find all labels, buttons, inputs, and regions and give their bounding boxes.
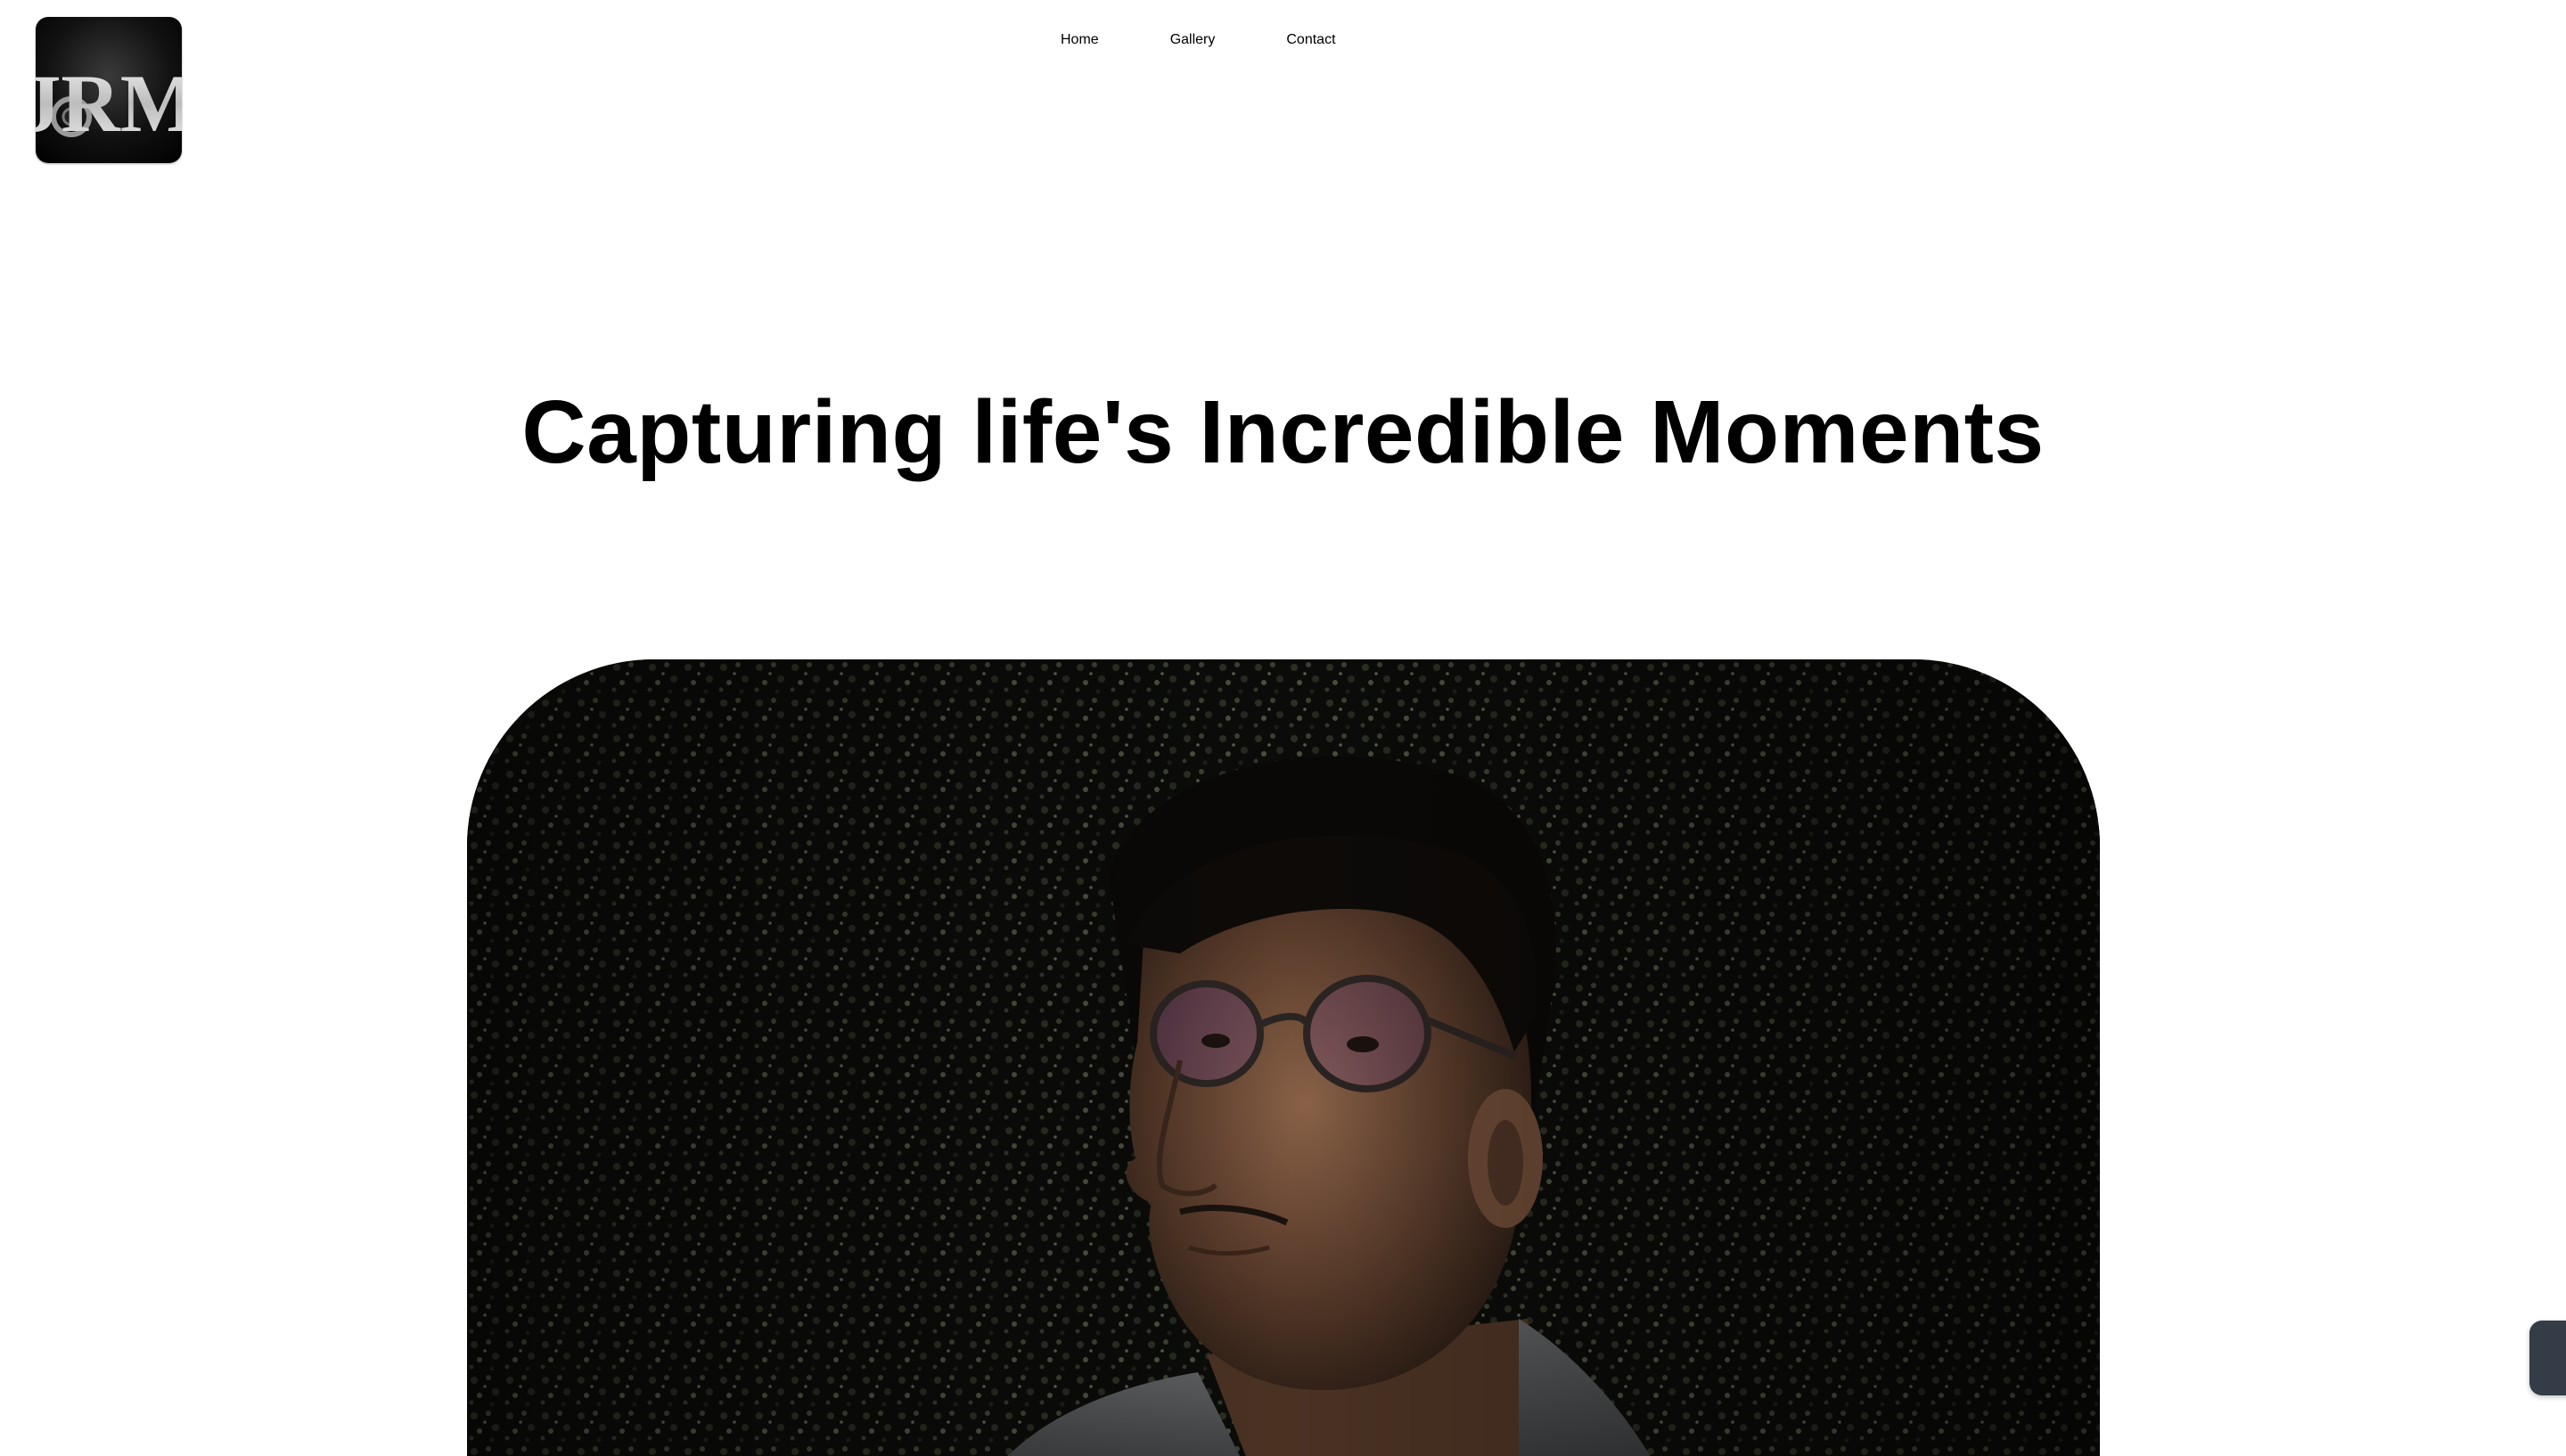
nav-link-home[interactable]: Home — [1061, 32, 1099, 48]
main-nav: Home Gallery Contact — [1061, 32, 1336, 48]
nav-link-contact[interactable]: Contact — [1286, 32, 1335, 48]
portrait-photo — [467, 659, 2100, 1456]
site-logo[interactable]: JRM — [36, 17, 182, 163]
logo-mark-icon: JRM — [36, 58, 182, 149]
page: JRM Home Gallery Contact Capturing life'… — [0, 0, 2566, 1456]
hero-title: Capturing life's Incredible Moments — [521, 382, 2045, 482]
nav-link-gallery[interactable]: Gallery — [1170, 32, 1216, 48]
chat-widget-icon[interactable] — [2529, 1321, 2566, 1395]
logo-text: JRM — [36, 58, 182, 149]
hero-image — [467, 659, 2100, 1456]
